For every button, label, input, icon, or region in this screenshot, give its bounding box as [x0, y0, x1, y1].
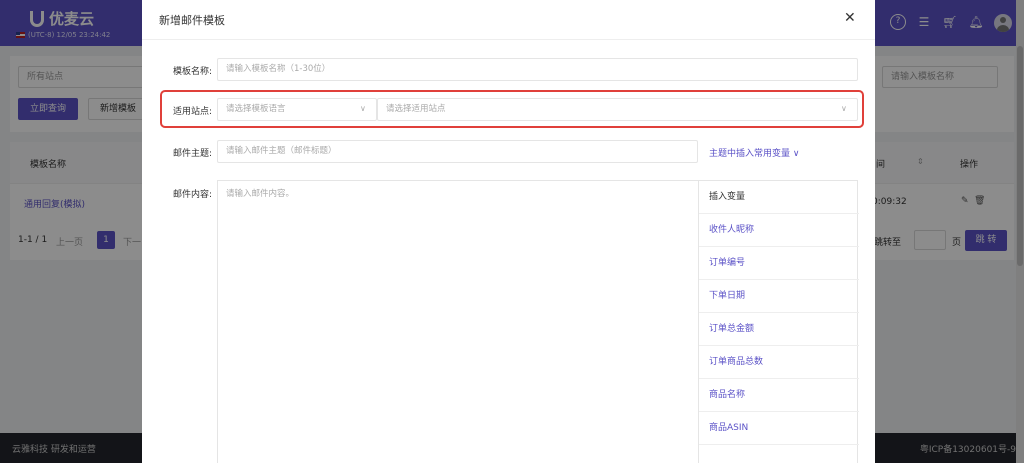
subject-label: 邮件主题:	[172, 149, 212, 159]
insert-vars-label: 主题中插入常用变量	[709, 149, 791, 159]
content-label: 邮件内容:	[172, 190, 212, 200]
insert-subject-variables-link[interactable]: 主题中插入常用变量 ∨	[709, 146, 799, 159]
variables-header: 插入变量	[699, 181, 859, 214]
variable-item[interactable]: 订单总金额	[699, 313, 859, 346]
variable-item[interactable]: 下单日期	[699, 280, 859, 313]
chevron-down-icon: ∨	[792, 149, 800, 159]
dialog-title: 新增邮件模板	[159, 14, 225, 27]
variable-item[interactable]: 收件人昵称	[699, 214, 859, 247]
applicable-site-select[interactable]: 请选择适用站点	[377, 98, 858, 121]
chevron-down-icon: ∨	[360, 104, 366, 113]
add-email-template-dialog: 新增邮件模板 ✕ 模板名称: 请输入模板名称（1-30位） 适用站点: 请选择模…	[142, 0, 875, 463]
site-label: 适用站点:	[172, 107, 212, 117]
variable-item[interactable]: 订单商品总数	[699, 346, 859, 379]
template-name-label: 模板名称:	[172, 67, 212, 77]
variables-panel: 插入变量 收件人昵称 订单编号 下单日期 订单总金额 订单商品总数 商品名称 商…	[698, 181, 859, 463]
content-placeholder: 请输入邮件内容。	[226, 189, 295, 199]
close-icon[interactable]: ✕	[844, 9, 856, 27]
dialog-divider	[142, 39, 875, 40]
chevron-down-icon: ∨	[841, 104, 847, 113]
subject-input[interactable]: 请输入邮件主题（邮件标题）	[217, 140, 698, 163]
variable-item[interactable]: 商品名称	[699, 379, 859, 412]
variable-item[interactable]: 订单编号	[699, 247, 859, 280]
variable-item[interactable]: 商品ASIN	[699, 412, 859, 445]
content-editor[interactable]: 请输入邮件内容。 插入变量 收件人昵称 订单编号 下单日期 订单总金额 订单商品…	[217, 180, 859, 463]
template-language-select[interactable]: 请选择模板语言	[217, 98, 377, 121]
template-name-input[interactable]: 请输入模板名称（1-30位）	[217, 58, 858, 81]
